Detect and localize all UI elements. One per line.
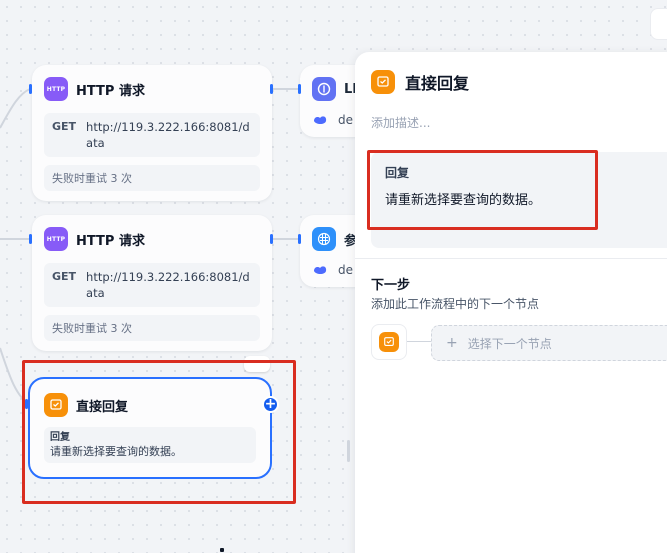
panel-title[interactable]: 直接回复 [405,70,469,94]
current-node-chip [371,324,407,360]
output-handle[interactable] [270,234,273,244]
model-icon [314,266,327,274]
reply-icon [379,332,399,352]
next-step-description: 添加此工作流程中的下一个节点 [371,297,540,311]
input-handle[interactable] [29,234,32,244]
highlight-box-panel [367,150,598,230]
input-handle[interactable] [298,234,301,244]
model-name: de [338,263,353,277]
divider [355,258,667,259]
node-title: HTTP 请求 [76,83,145,99]
node-config-panel: 直接回复 添加描述... 回复 请重新选择要查询的数据。 下一步 添加此工作流程… [355,52,667,553]
retry-info: 失败时重试 3 次 [44,165,260,191]
output-handle[interactable] [270,84,273,94]
request-url: http://119.3.222.166:8081/data [86,270,250,300]
http-request-node-1[interactable]: HTTP HTTP 请求 GET http://119.3.222.166:80… [32,65,272,201]
resize-handle[interactable] [347,440,350,462]
model-name: de [338,113,353,127]
toolbar-button[interactable] [650,8,667,40]
llm-icon [312,77,336,101]
request-method: GET [52,270,77,283]
edge-into-http-1 [0,88,31,129]
request-url: http://119.3.222.166:8081/data [86,120,250,150]
retry-info: 失败时重试 3 次 [44,315,260,341]
http-icon: HTTP [44,77,68,101]
highlight-box-node [22,360,296,504]
request-summary: GET http://119.3.222.166:8081/data [44,263,260,307]
description-input[interactable]: 添加描述... [371,114,430,131]
reply-icon [371,70,395,94]
select-next-node-label: 选择下一个节点 [467,336,552,351]
node-title: HTTP 请求 [76,233,145,249]
select-next-node-button[interactable]: + 选择下一个节点 [431,325,667,361]
input-handle[interactable] [298,84,301,94]
http-request-node-2[interactable]: HTTP HTTP 请求 GET http://119.3.222.166:80… [32,215,272,351]
input-handle[interactable] [29,84,32,94]
plus-icon: + [446,335,458,351]
http-icon: HTTP [44,227,68,251]
request-method: GET [52,120,77,133]
request-summary: GET http://119.3.222.166:8081/data [44,113,260,157]
grid-icon [312,227,336,251]
next-step-title: 下一步 [371,278,411,293]
connector-line [407,341,431,342]
canvas-marker [220,548,224,552]
model-icon [314,116,327,124]
